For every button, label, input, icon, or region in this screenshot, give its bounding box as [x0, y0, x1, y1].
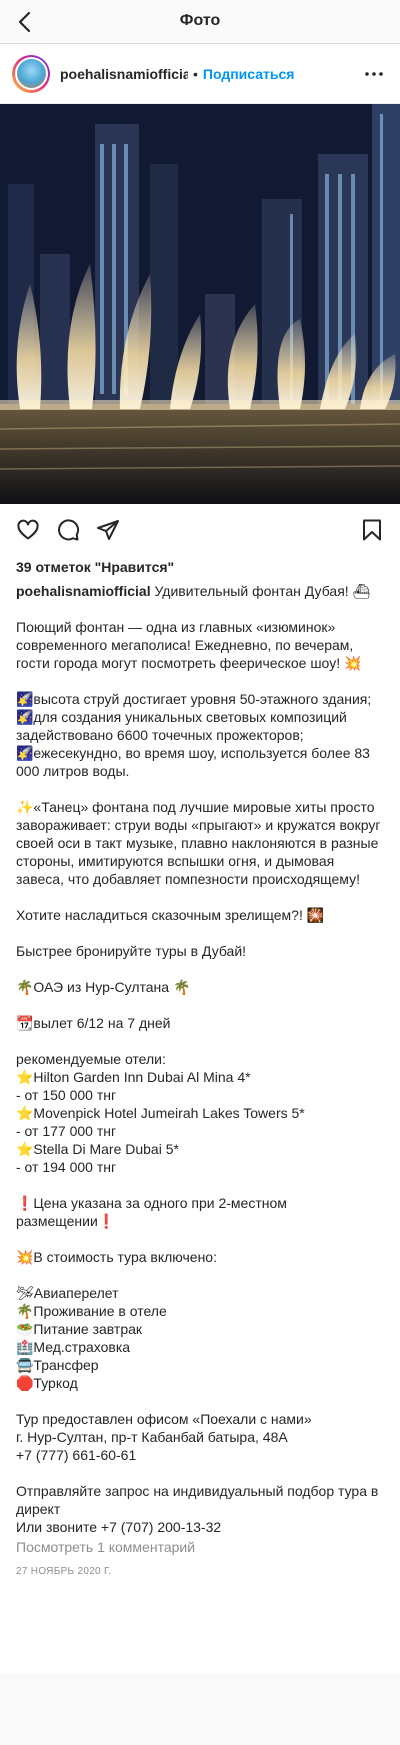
- footer-space: [0, 1593, 400, 1673]
- post-caption: poehalisnamiofficial Удивительный фонтан…: [0, 582, 400, 1536]
- post-photo[interactable]: [0, 104, 400, 504]
- bookmark-icon[interactable]: [360, 518, 384, 542]
- likes-count[interactable]: 39 отметок "Нравится": [0, 556, 400, 582]
- fountain-photo: [0, 104, 400, 504]
- post-header: poehalisnamiofficial • Подписаться: [0, 44, 400, 104]
- ellipsis-icon[interactable]: [362, 62, 386, 86]
- caption-text: Удивительный фонтан Дубая! ⛴ Поющий фонт…: [16, 583, 381, 1535]
- page-title: Фото: [179, 12, 221, 29]
- caption-username[interactable]: poehalisnamiofficial: [16, 583, 151, 599]
- post-date: 27 НОЯБРЬ 2020 Г.: [0, 1556, 400, 1593]
- separator-dot: •: [193, 65, 198, 82]
- top-bar: Фото: [0, 0, 400, 44]
- post-actions: [0, 504, 400, 556]
- avatar[interactable]: [12, 54, 50, 93]
- view-comments-link[interactable]: Посмотреть 1 комментарий: [0, 1536, 400, 1556]
- follow-button[interactable]: Подписаться: [203, 66, 295, 82]
- heart-icon[interactable]: [16, 518, 40, 542]
- comment-icon[interactable]: [56, 518, 80, 542]
- post-username[interactable]: poehalisnamiofficial: [60, 66, 188, 82]
- share-icon[interactable]: [96, 518, 120, 542]
